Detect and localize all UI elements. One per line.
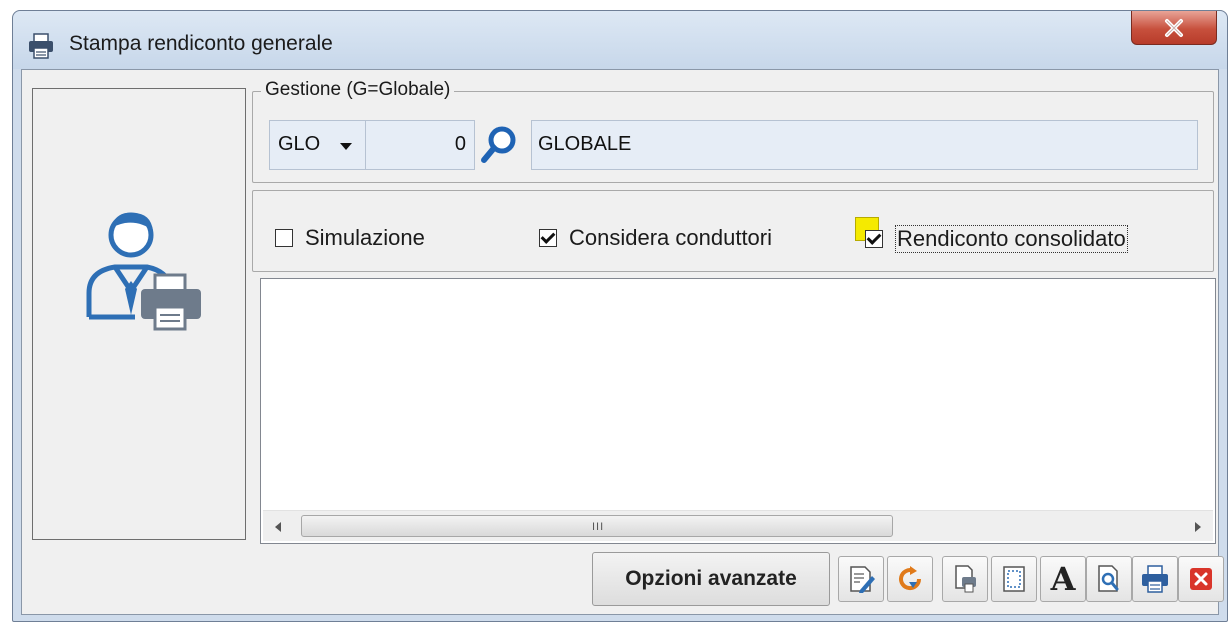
user-printer-icon	[86, 212, 201, 331]
options-group: Simulazione Considera conduttori Rendico…	[252, 190, 1214, 272]
horizontal-scrollbar[interactable]: III	[263, 510, 1213, 541]
gestione-description-value: GLOBALE	[538, 133, 632, 155]
printer-icon	[29, 33, 53, 59]
dialog-client-area: Gestione (G=Globale) GLO 0 GLOBALE Simul…	[21, 69, 1224, 615]
advanced-options-button[interactable]: Opzioni avanzate	[592, 552, 830, 606]
print-preview-icon	[1098, 565, 1119, 592]
scrollbar-grip: III	[592, 521, 605, 533]
gestione-group: Gestione (G=Globale) GLO 0 GLOBALE	[252, 79, 1214, 183]
close-window-button[interactable]	[1131, 11, 1217, 45]
print-preview-button[interactable]	[1086, 556, 1132, 602]
refresh-filter-button[interactable]	[887, 556, 933, 602]
report-list[interactable]: III	[260, 278, 1216, 544]
print-button[interactable]	[1132, 556, 1178, 602]
scroll-left-arrow-icon[interactable]	[275, 522, 281, 532]
considera-conduttori-checkbox[interactable]: Considera conduttori	[539, 225, 772, 251]
edit-report-button[interactable]	[838, 556, 884, 602]
refresh-icon	[899, 566, 922, 591]
image-panel	[32, 88, 246, 540]
dialog-window: Stampa rendiconto generale Gestione (G=G…	[12, 10, 1228, 622]
window-title: Stampa rendiconto generale	[69, 32, 333, 55]
gestione-legend: Gestione (G=Globale)	[261, 79, 455, 101]
search-icon	[481, 126, 516, 163]
font-button[interactable]: A	[1040, 556, 1086, 602]
edit-document-icon	[850, 566, 875, 593]
scrollbar-thumb[interactable]: III	[301, 515, 893, 537]
simulazione-label: Simulazione	[305, 225, 425, 250]
simulazione-checkbox[interactable]: Simulazione	[275, 225, 425, 251]
checkbox-box[interactable]	[275, 229, 293, 247]
print-setup-button[interactable]	[942, 556, 988, 602]
considera-conduttori-label: Considera conduttori	[569, 225, 773, 250]
close-icon	[1165, 18, 1183, 37]
font-icon: A	[1050, 560, 1076, 598]
margins-icon	[1003, 566, 1025, 592]
page-setup-icon	[955, 565, 976, 593]
chevron-down-icon	[340, 143, 352, 150]
rendiconto-consolidato-checkbox[interactable]: Rendiconto consolidato	[855, 217, 1128, 253]
scroll-right-arrow-icon[interactable]	[1195, 522, 1201, 532]
printer-icon	[1142, 565, 1168, 593]
title-bar[interactable]: Stampa rendiconto generale	[13, 11, 1227, 69]
rendiconto-consolidato-label: Rendiconto consolidato	[895, 225, 1128, 253]
close-icon	[1190, 568, 1212, 590]
margins-button[interactable]	[991, 556, 1037, 602]
gestione-type-dropdown[interactable]: GLO	[269, 120, 366, 170]
gestione-number-value: 0	[454, 133, 466, 155]
checkbox-box-checked[interactable]	[865, 230, 883, 248]
checkbox-box-checked[interactable]	[539, 229, 557, 247]
gestione-description-field[interactable]: GLOBALE	[531, 120, 1198, 170]
close-button[interactable]	[1178, 556, 1224, 602]
search-button[interactable]	[477, 122, 521, 168]
gestione-type-value: GLO	[278, 133, 321, 155]
gestione-number-field[interactable]: 0	[365, 120, 475, 170]
